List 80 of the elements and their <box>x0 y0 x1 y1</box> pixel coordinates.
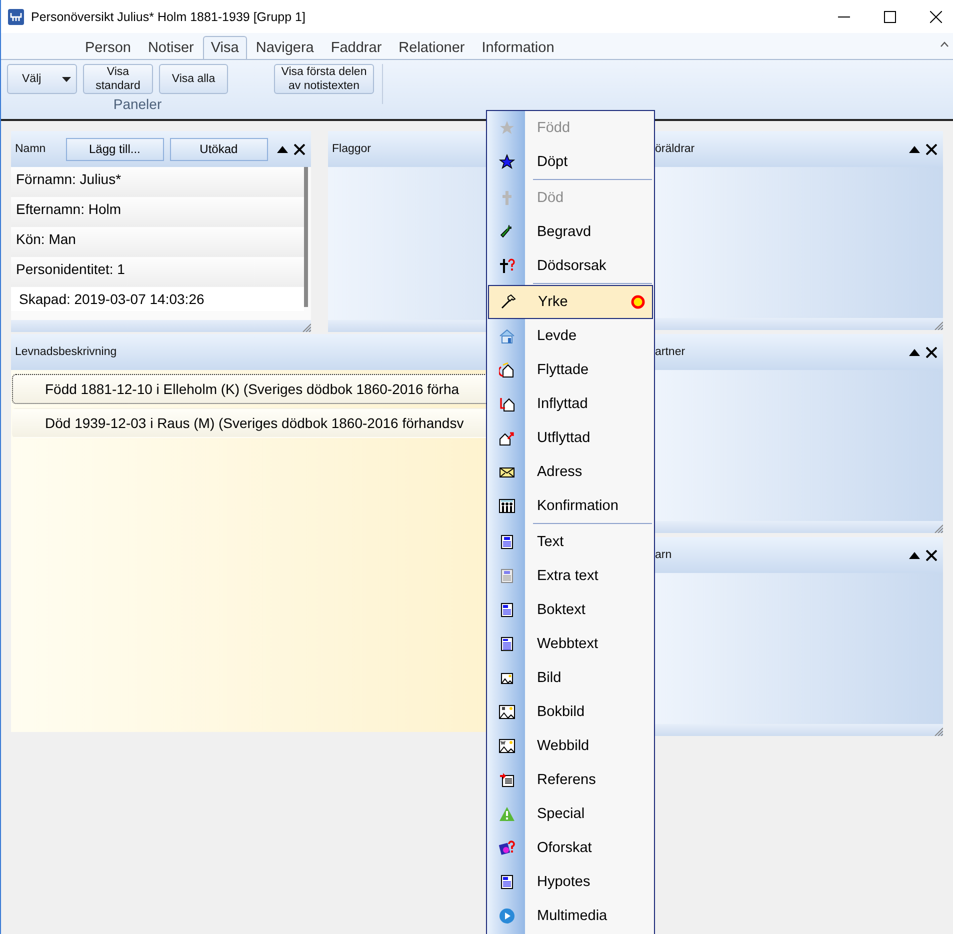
menu-item[interactable]: Webbild <box>487 729 654 763</box>
menu-item[interactable]: Yrke <box>488 285 653 319</box>
ribbon-button[interactable]: Välj <box>7 64 77 94</box>
menu-item[interactable]: Boktext <box>487 593 654 627</box>
panel-title: Flaggor <box>332 143 371 155</box>
question-icon <box>499 840 515 856</box>
menu-item[interactable]: Bild <box>487 661 654 695</box>
scrollbar[interactable] <box>304 167 308 307</box>
star-icon <box>499 154 515 170</box>
ribbon-tab[interactable]: Navigera <box>248 36 322 59</box>
resize-grip-icon[interactable] <box>934 321 943 330</box>
document-icon <box>499 602 515 618</box>
menu-item[interactable]: Levde <box>487 319 654 353</box>
dropdown-caret-icon <box>62 76 71 82</box>
panel-button[interactable]: Utökad <box>170 138 268 160</box>
house-arrow-icon <box>499 362 515 378</box>
picture-icon <box>499 670 515 686</box>
collapse-icon[interactable] <box>909 348 920 356</box>
ribbon-tab[interactable]: Person <box>77 36 139 59</box>
ribbon-tab[interactable]: Visa <box>202 36 247 59</box>
menu-item[interactable]: Bokbild <box>487 695 654 729</box>
house-icon <box>499 328 515 344</box>
ribbon-tab[interactable]: Faddrar <box>322 36 390 59</box>
hammer-icon <box>500 294 516 310</box>
close-icon[interactable] <box>294 144 305 154</box>
picture-icon <box>499 738 515 754</box>
resize-grip-icon[interactable] <box>302 323 311 332</box>
ribbon-button[interactable]: Visa standard <box>83 64 153 94</box>
maximize-icon[interactable] <box>884 10 896 22</box>
picture-icon <box>499 704 515 720</box>
warning-icon <box>499 806 515 822</box>
house-arrow-icon <box>499 396 515 412</box>
close-icon[interactable] <box>930 10 942 22</box>
panel-title: artner <box>655 346 686 358</box>
close-icon[interactable] <box>926 144 937 154</box>
document-icon <box>499 874 515 890</box>
menu-item[interactable]: Konfirmation <box>487 489 654 523</box>
ribbon-tab[interactable]: Notiser <box>140 36 202 59</box>
document-icon <box>499 568 515 584</box>
close-icon[interactable] <box>926 346 937 358</box>
resize-grip-icon[interactable] <box>934 524 943 533</box>
resize-grip-icon[interactable] <box>934 727 943 736</box>
menu-item[interactable]: Special <box>487 797 654 831</box>
people-icon <box>499 498 515 514</box>
cross-question-icon <box>499 258 515 274</box>
menu-item[interactable]: Adress <box>487 455 654 489</box>
menu-item[interactable]: Referens <box>487 763 654 797</box>
panel-button[interactable]: Lägg till... <box>66 138 164 160</box>
ribbon-tab[interactable]: Information <box>474 36 562 59</box>
document-icon <box>499 534 515 550</box>
window-title: Personöversikt Julius* Holm 1881-1939 [Grupp 1] <box>31 10 306 24</box>
menu-item[interactable]: Multimedia <box>487 899 654 933</box>
panel-title: öräldrar <box>655 143 695 155</box>
menu-item[interactable]: Text <box>487 525 654 559</box>
created-timestamp: Skapad: 2019-03-07 14:03:26 <box>11 287 304 311</box>
close-icon[interactable] <box>926 550 937 560</box>
ribbon-button[interactable]: Visa alla <box>159 64 228 94</box>
play-icon <box>499 908 515 924</box>
collapse-icon[interactable] <box>909 552 920 558</box>
panel-title: Namn <box>15 143 46 155</box>
panel-title: arn <box>655 549 672 561</box>
collapse-icon[interactable] <box>277 146 288 152</box>
app-icon <box>8 8 24 24</box>
menu-item[interactable]: Hypotes <box>487 865 654 899</box>
menu-item[interactable]: Begravd <box>487 215 654 249</box>
document-icon <box>499 636 515 652</box>
menu-item[interactable]: Oforskat <box>487 831 654 865</box>
ribbon-button[interactable]: Visa första delen av notistexten <box>274 64 374 94</box>
document-icon <box>499 772 515 788</box>
menu-item[interactable]: Webbtext <box>487 627 654 661</box>
collapse-ribbon-icon[interactable] <box>940 41 949 47</box>
menu-item[interactable]: Dödsorsak <box>487 249 654 283</box>
menu-item[interactable]: Döpt <box>487 145 654 179</box>
group-label: Paneler <box>112 96 162 112</box>
house-arrow-icon <box>499 430 515 446</box>
panel-title: Levnadsbeskrivning <box>15 346 117 358</box>
menu-item[interactable]: Extra text <box>487 559 654 593</box>
collapse-icon[interactable] <box>909 146 920 152</box>
ribbon-tab[interactable]: Relationer <box>390 36 473 59</box>
star-icon <box>499 120 515 136</box>
